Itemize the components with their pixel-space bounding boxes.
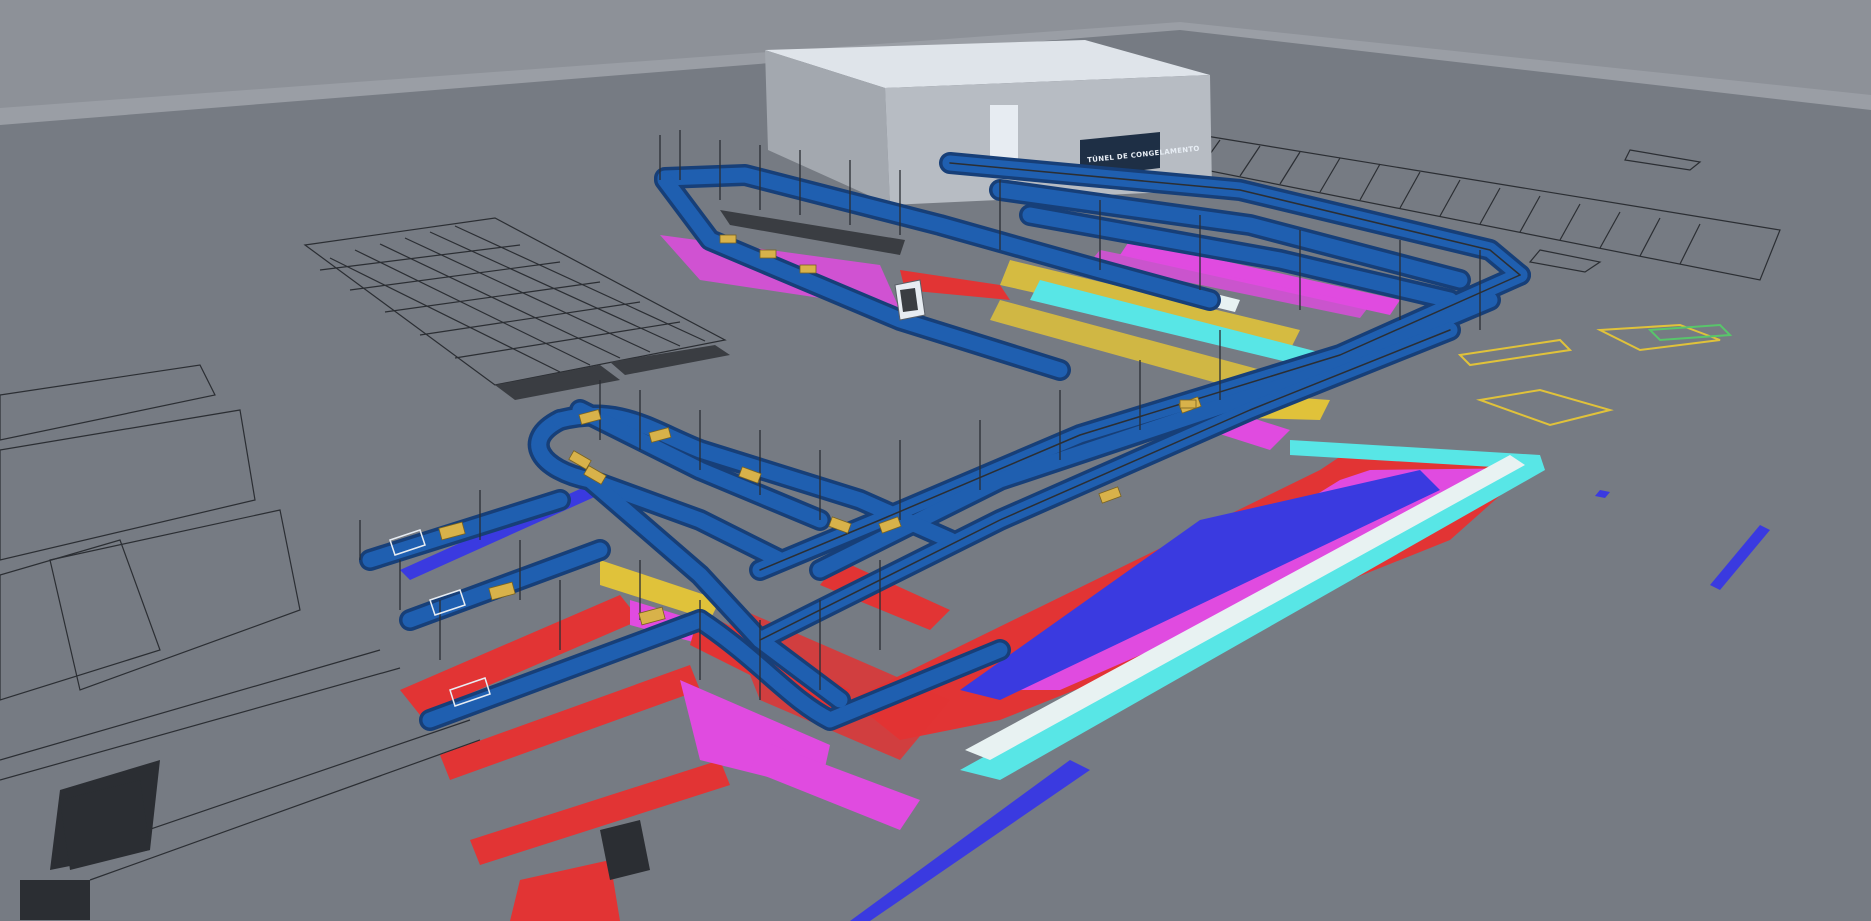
warehouse-3d-viewport[interactable]: TÚNEL DE CONGELAMENTO xyxy=(0,0,1871,921)
scanner-gate xyxy=(894,279,926,321)
